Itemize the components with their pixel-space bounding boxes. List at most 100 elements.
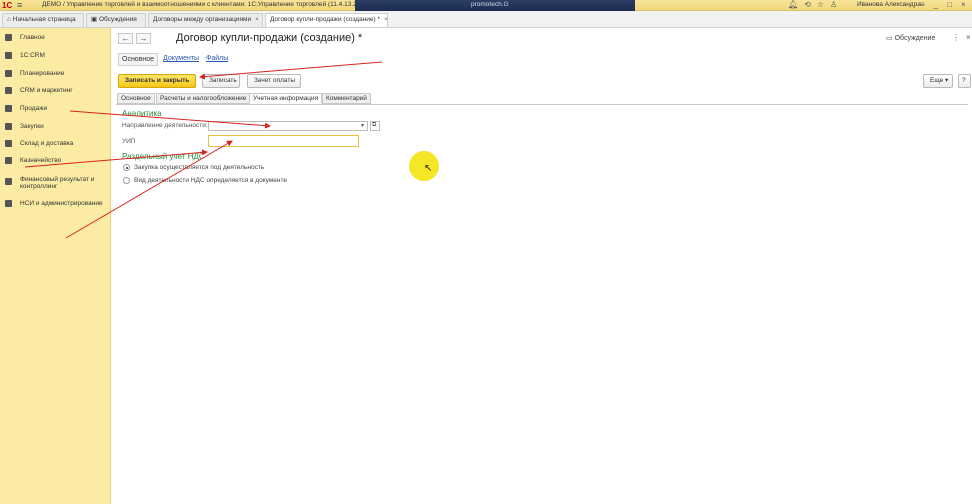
sidebar-item-treasury[interactable]: Казначейство bbox=[0, 155, 111, 169]
sidebar-item-label: Казначейство bbox=[20, 157, 62, 164]
payment-offset-button[interactable]: Зачет оплаты bbox=[247, 74, 301, 88]
chevron-down-icon[interactable]: ▾ bbox=[361, 122, 364, 129]
back-button[interactable]: ← bbox=[118, 33, 133, 44]
user-name[interactable]: Иванова Александра bbox=[857, 1, 921, 8]
vat-option-activity-radio[interactable] bbox=[123, 164, 130, 171]
app-title: ДЕМО / Управление торговлей и взаимоотно… bbox=[42, 1, 357, 8]
tab-label: Договоры между организациями bbox=[153, 16, 252, 23]
discussion-button[interactable]: ▭ Обсуждение bbox=[886, 34, 935, 42]
document-form: ← → Договор купли-продажи (создание) * ▭… bbox=[112, 28, 972, 504]
chevron-down-icon: ▾ bbox=[945, 77, 949, 84]
save-button[interactable]: Записать bbox=[202, 74, 240, 88]
open-button[interactable]: ⧉ bbox=[370, 121, 380, 131]
direction-input[interactable] bbox=[208, 121, 368, 131]
screen-share-banner: promotech.G bbox=[355, 0, 635, 11]
window-tabs-bar: ⌂ Начальная страница ▣ Обсуждения Догово… bbox=[0, 11, 972, 28]
sidebar-item-admin[interactable]: НСИ и администрирование bbox=[0, 198, 111, 212]
direction-label: Направление деятельности: bbox=[122, 122, 208, 129]
main-menu-icon[interactable]: ≡ bbox=[17, 0, 22, 10]
tab-divider bbox=[116, 104, 968, 105]
tab-label: Начальная страница bbox=[12, 16, 76, 23]
chart-icon bbox=[5, 70, 12, 77]
section-analytics: Аналитика bbox=[122, 109, 162, 118]
tab-comment[interactable]: Комментарий bbox=[322, 93, 371, 104]
cart-icon bbox=[5, 123, 12, 130]
save-and-close-button[interactable]: Записать и закрыть bbox=[118, 74, 196, 88]
vat-option-document-label: Вид деятельности НДС определяется в доку… bbox=[134, 177, 287, 184]
toolbar-icons: 🔔︎⟲☆♙ bbox=[788, 0, 843, 9]
menu-icon bbox=[5, 34, 12, 41]
sidebar-item-finance[interactable]: Финансовый результат и контроллинг bbox=[0, 174, 111, 192]
sidebar-item-label: CRM и маркетинг bbox=[20, 87, 73, 94]
sidebar-item-sales[interactable]: Продажи bbox=[0, 103, 111, 117]
close-icon[interactable]: × bbox=[384, 16, 388, 23]
maximize-icon[interactable]: □ bbox=[947, 0, 961, 9]
tab-discussions[interactable]: ▣ Обсуждения bbox=[86, 13, 146, 27]
sidebar: Главное 1С:CRM Планирование CRM и маркет… bbox=[0, 28, 111, 504]
window-controls: ≡_□× bbox=[920, 0, 972, 9]
section-vat: Раздельный учет НДС bbox=[122, 152, 205, 161]
mouse-cursor-icon: ↖ bbox=[424, 163, 433, 174]
tab-main[interactable]: Основное bbox=[117, 93, 155, 104]
minimize-icon[interactable]: _ bbox=[934, 0, 947, 9]
finance-icon bbox=[5, 178, 12, 185]
star-icon[interactable]: ☆ bbox=[817, 0, 830, 9]
target-icon bbox=[5, 87, 12, 94]
help-button[interactable]: ? bbox=[958, 74, 971, 88]
bag-icon bbox=[5, 105, 12, 112]
close-icon[interactable]: × bbox=[966, 33, 971, 42]
tab-label: Обсуждения bbox=[98, 16, 137, 23]
arrow-right-icon: → bbox=[139, 34, 148, 43]
open-icon: ⧉ bbox=[372, 122, 377, 128]
uip-input[interactable] bbox=[208, 135, 359, 147]
tab-sale-contract[interactable]: Договор купли-продажи (создание) * × bbox=[265, 13, 388, 27]
bell-icon[interactable]: 🔔︎ bbox=[788, 0, 804, 9]
uip-label: УИП bbox=[122, 138, 136, 145]
coin-icon bbox=[5, 157, 12, 164]
sidebar-item-label: Планирование bbox=[20, 70, 65, 77]
home-icon: ⌂ bbox=[7, 16, 11, 23]
sidebar-item-crm[interactable]: 1С:CRM bbox=[0, 50, 111, 64]
sidebar-item-label: Главное bbox=[20, 34, 45, 41]
more-label: Еще bbox=[930, 77, 944, 84]
tab-settlements[interactable]: Расчеты и налогообложение bbox=[156, 93, 251, 104]
sidebar-item-label: Закупки bbox=[20, 123, 44, 130]
more-button[interactable]: Еще ▾ bbox=[923, 74, 953, 88]
chat-icon: ▣ bbox=[91, 16, 98, 23]
forward-button[interactable]: → bbox=[136, 33, 151, 44]
page-title: Договор купли-продажи (создание) * bbox=[176, 32, 363, 44]
users-icon bbox=[5, 52, 12, 59]
subtab-main[interactable]: Основное bbox=[118, 53, 159, 66]
discussion-label: Обсуждение bbox=[894, 35, 936, 42]
sidebar-item-label: Продажи bbox=[20, 105, 48, 112]
close-icon[interactable]: × bbox=[961, 0, 972, 9]
tab-org-contracts[interactable]: Договоры между организациями × bbox=[148, 13, 263, 27]
vat-option-activity-label: Закупка осуществляется под деятельность bbox=[134, 164, 265, 171]
tab-accounting-info[interactable]: Учетная информация bbox=[249, 93, 323, 104]
history-icon[interactable]: ⟲ bbox=[804, 0, 817, 9]
vat-option-document-radio[interactable] bbox=[123, 177, 130, 184]
more-vertical-icon[interactable]: ⋮ bbox=[952, 33, 960, 42]
sidebar-item-crm-marketing[interactable]: CRM и маркетинг bbox=[0, 85, 111, 99]
sidebar-item-warehouse[interactable]: Склад и доставка bbox=[0, 138, 111, 152]
sidebar-item-label: Финансовый результат и контроллинг bbox=[20, 176, 95, 190]
sidebar-item-label: НСИ и администрирование bbox=[20, 200, 103, 207]
tab-home[interactable]: ⌂ Начальная страница bbox=[2, 13, 84, 27]
settings-icon[interactable]: ≡ bbox=[920, 0, 934, 9]
banner-text: promotech.G bbox=[471, 1, 509, 8]
close-icon[interactable]: × bbox=[255, 16, 259, 23]
tab-label: Договор купли-продажи (создание) * bbox=[270, 16, 381, 23]
user-icon[interactable]: ♙ bbox=[830, 0, 843, 9]
sidebar-item-label: 1С:CRM bbox=[20, 52, 45, 59]
gear-icon bbox=[5, 200, 12, 207]
arrow-left-icon: ← bbox=[121, 34, 130, 43]
sidebar-item-purchases[interactable]: Закупки bbox=[0, 121, 111, 135]
subtab-files[interactable]: Файлы bbox=[203, 53, 231, 66]
app-logo: 1С bbox=[2, 1, 13, 10]
sidebar-item-label: Склад и доставка bbox=[20, 140, 74, 147]
subtab-documents[interactable]: Документы bbox=[160, 53, 202, 66]
warehouse-icon bbox=[5, 140, 12, 147]
sidebar-item-main[interactable]: Главное bbox=[0, 32, 111, 46]
sidebar-item-planning[interactable]: Планирование bbox=[0, 68, 111, 82]
app-title-bar: 1С ≡ ДЕМО / Управление торговлей и взаим… bbox=[0, 0, 972, 11]
